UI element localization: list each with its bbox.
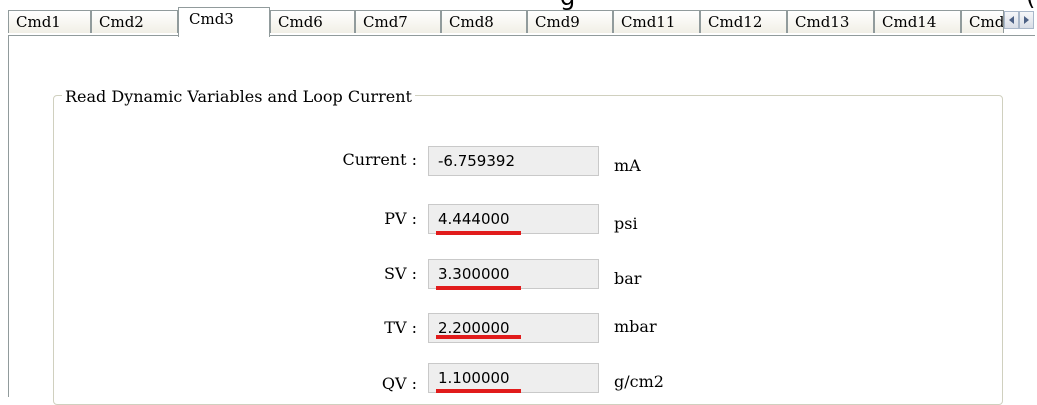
qv-unit: g/cm2 <box>614 372 664 391</box>
tab-cmd13[interactable]: Cmd13 <box>787 10 874 33</box>
tab-cmd15[interactable]: Cmd15 <box>961 10 1004 33</box>
sv-unit: bar <box>614 269 642 288</box>
sv-highlight-underline <box>436 286 521 290</box>
tab-strip: Cmd1 Cmd2 Cmd3 Cmd6 Cmd7 Cmd8 Cmd9 Cmd11… <box>0 0 1037 37</box>
sv-value-field[interactable]: 3.300000 <box>428 259 599 289</box>
pv-unit: psi <box>614 214 638 233</box>
tab-cmd7[interactable]: Cmd7 <box>355 10 441 33</box>
tab-cmd11[interactable]: Cmd11 <box>613 10 700 33</box>
tab-scroll-right-button[interactable] <box>1019 11 1034 29</box>
tab-cmd2[interactable]: Cmd2 <box>91 10 178 33</box>
arrow-left-icon <box>1009 16 1014 24</box>
groupbox-dynamic-variables <box>53 95 1003 405</box>
tab-scroll-buttons <box>1004 11 1034 29</box>
tab-cmd12[interactable]: Cmd12 <box>700 10 787 33</box>
arrow-right-icon <box>1024 16 1029 24</box>
qv-highlight-underline <box>436 389 521 393</box>
tab-cmd14[interactable]: Cmd14 <box>874 10 961 33</box>
tab-scroll-left-button[interactable] <box>1004 11 1019 29</box>
tv-highlight-underline <box>436 335 521 339</box>
tab-cmd1[interactable]: Cmd1 <box>8 10 91 33</box>
current-label: Current : <box>342 150 417 169</box>
tab-cmd8[interactable]: Cmd8 <box>441 10 527 33</box>
groupbox-title: Read Dynamic Variables and Loop Current <box>62 87 415 107</box>
current-value-field[interactable]: -6.759392 <box>428 146 599 176</box>
tab-cmd9[interactable]: Cmd9 <box>527 10 613 33</box>
sv-label: SV : <box>384 264 417 283</box>
current-unit: mA <box>614 156 641 175</box>
tv-unit: mbar <box>614 317 657 336</box>
pv-label: PV : <box>384 209 417 228</box>
pv-highlight-underline <box>436 231 521 235</box>
tab-cmd6[interactable]: Cmd6 <box>270 10 355 33</box>
tv-label: TV : <box>384 318 417 337</box>
pv-value-field[interactable]: 4.444000 <box>428 204 599 234</box>
tab-cmd3[interactable]: Cmd3 <box>178 7 270 37</box>
qv-label: QV : <box>381 374 417 393</box>
